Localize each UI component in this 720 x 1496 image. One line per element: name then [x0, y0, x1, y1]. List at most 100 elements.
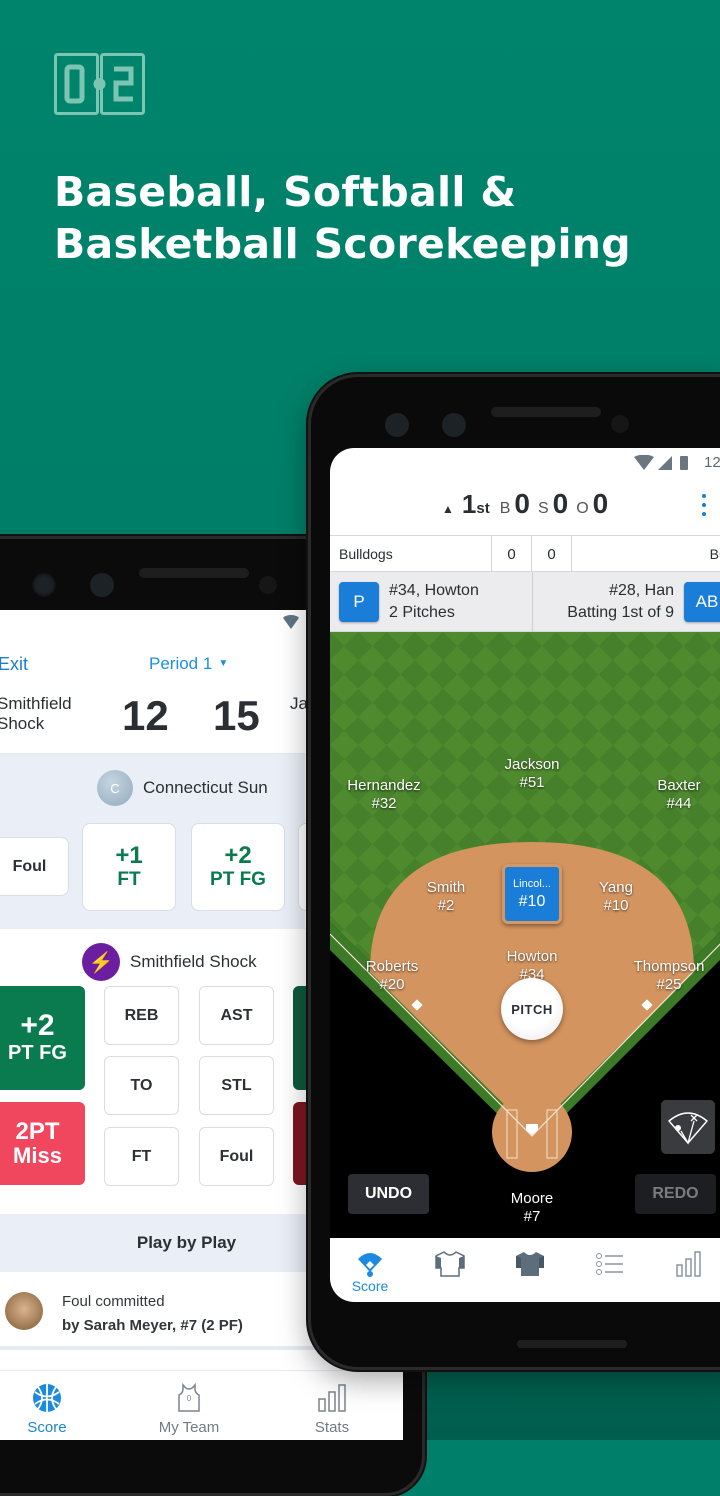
game-header: Exit Period 1 ▼ Smithfield Shock 12 15 Ja — [0, 610, 308, 754]
fielder-name: Baxter — [657, 777, 701, 794]
button-label: PT FG — [8, 1042, 67, 1064]
at-bat-badge[interactable]: AB — [684, 582, 720, 622]
opponent-2pt-fg-button[interactable]: +2 PT FG — [191, 823, 285, 911]
fielder-number: #25 — [656, 976, 682, 993]
fielder-number: #7 — [523, 1208, 541, 1225]
headline-line-2: Basketball Scorekeeping — [54, 220, 631, 268]
home-2pt-miss-button[interactable]: 2PT Miss — [0, 1102, 85, 1185]
fielder-name: Moore — [510, 1190, 554, 1207]
home-team-line-1: Smithfield — [0, 694, 72, 713]
team-avatar: C — [97, 770, 133, 806]
button-label: Miss — [13, 1142, 62, 1168]
fielder-label[interactable]: Yang #10 — [599, 879, 633, 915]
foul-button[interactable]: Foul — [199, 1127, 274, 1186]
lightning-logo-icon: ⚡ — [82, 943, 120, 981]
redo-button[interactable]: REDO — [635, 1174, 716, 1214]
home-team-name: Smithfield Shock — [0, 694, 72, 734]
opponent-ft-button[interactable]: +1 FT — [82, 823, 176, 911]
divider — [532, 572, 533, 632]
balls-count: 0 — [514, 488, 530, 519]
nav-label: Stats — [314, 1419, 350, 1436]
away-team-name: Bulldogs — [330, 536, 492, 572]
batter-name: #28, Han — [609, 582, 674, 599]
button-label: 2PT — [15, 1117, 60, 1145]
fielder-label[interactable]: Thompson #25 — [634, 958, 705, 994]
batting-order: Batting 1st of 9 — [567, 604, 674, 621]
nav-away-team[interactable] — [410, 1238, 490, 1302]
nav-stats[interactable] — [650, 1238, 720, 1302]
home-team-name: Bulls — [572, 536, 720, 572]
home-team-line-2: Shock — [0, 714, 45, 733]
fielder-label[interactable]: Smith #2 — [427, 879, 465, 915]
speaker-grille — [139, 568, 249, 578]
fielder-label[interactable]: Baxter #44 — [657, 777, 700, 813]
home-team: ⚡ Smithfield Shock — [82, 943, 257, 981]
button-value: +2 — [224, 842, 252, 869]
ast-button[interactable]: AST — [199, 986, 274, 1045]
opponent-foul-button[interactable]: Foul — [0, 837, 69, 896]
headline: Baseball, Softball & Basketball Scorekee… — [54, 166, 631, 270]
stl-button[interactable]: STL — [199, 1056, 274, 1115]
camera-icon — [385, 413, 409, 437]
matchup-bar: P #34, Howton 2 Pitches #28, Han Batting 1… — [330, 572, 720, 632]
spray-chart-button[interactable] — [661, 1100, 715, 1154]
camera-icon — [32, 573, 56, 597]
nav-my-team[interactable]: 0 My Team — [129, 1371, 249, 1440]
fielder-name: Thompson — [633, 958, 705, 975]
fielder-label[interactable]: Moore #7 — [511, 1190, 554, 1226]
fielder-name: Roberts — [365, 958, 419, 975]
play-description: Foul committed — [62, 1293, 165, 1310]
nav-stats[interactable]: Stats — [272, 1371, 392, 1440]
fielder-label[interactable]: Jackson #51 — [504, 756, 559, 792]
fielder-label[interactable]: Hernandez #32 — [347, 777, 420, 813]
undo-button[interactable]: UNDO — [348, 1174, 429, 1214]
score-bar: Bulldogs 0 0 Bulls — [330, 536, 720, 572]
nav-plays[interactable] — [570, 1238, 650, 1302]
home-team-label: Smithfield Shock — [130, 952, 257, 971]
status-time: 12 — [704, 454, 720, 471]
sensor — [611, 415, 629, 433]
basketball-bottom-nav: Score 0 My Team Stats — [0, 1370, 403, 1440]
battery-icon — [680, 456, 688, 470]
ft-button[interactable]: FT — [104, 1127, 179, 1186]
fielder-name: Jackson — [504, 756, 560, 773]
bar-chart-icon — [676, 1251, 701, 1277]
baseball-bottom-nav: Score — [330, 1238, 720, 1302]
nav-label: My Team — [158, 1419, 220, 1436]
period-dropdown[interactable]: Period 1 ▼ — [149, 654, 228, 674]
fielder-name: Smith — [426, 879, 466, 896]
to-button[interactable]: TO — [104, 1056, 179, 1115]
bottom-speaker — [517, 1340, 627, 1348]
pitcher-name: #34, Howton — [389, 582, 479, 599]
nav-score[interactable]: Score — [0, 1371, 107, 1440]
camera-icon — [90, 573, 114, 597]
pitch-button[interactable]: PITCH — [501, 978, 563, 1040]
camera-icon — [442, 413, 466, 437]
selected-player-name: Lincol... — [513, 878, 551, 890]
app-logo-icon — [54, 53, 145, 115]
status-bar: 12 — [330, 448, 720, 478]
field-icon — [358, 1253, 382, 1277]
fielder-number: #51 — [519, 774, 545, 791]
pitcher-badge[interactable]: P — [339, 582, 379, 622]
button-value: +1 — [115, 842, 143, 869]
reb-button[interactable]: REB — [104, 986, 179, 1045]
home-2pt-fg-button[interactable]: +2 PT FG — [0, 986, 85, 1090]
fielder-number: #44 — [666, 795, 692, 812]
away-jersey-icon — [435, 1251, 465, 1277]
outs-label: O — [576, 500, 589, 517]
pitcher-info: #34, Howton 2 Pitches — [389, 580, 479, 624]
more-menu-icon[interactable] — [702, 494, 706, 516]
button-label: FT — [117, 869, 141, 890]
headline-line-1: Baseball, Softball & — [54, 168, 517, 216]
svg-text:0: 0 — [187, 1394, 192, 1403]
exit-button[interactable]: Exit — [0, 654, 28, 675]
home-score: 12 — [122, 692, 169, 739]
baseball-field: Hernandez #32 Jackson #51 Baxter #44 Smith #… — [330, 632, 720, 1238]
selected-player-card[interactable]: Lincol... #10 — [502, 864, 562, 924]
nav-score[interactable]: Score — [330, 1238, 410, 1302]
fielder-label[interactable]: Roberts #20 — [366, 958, 419, 994]
button-value: +2 — [20, 1009, 55, 1042]
nav-home-team[interactable] — [490, 1238, 570, 1302]
fielder-name: Howton — [506, 948, 558, 965]
